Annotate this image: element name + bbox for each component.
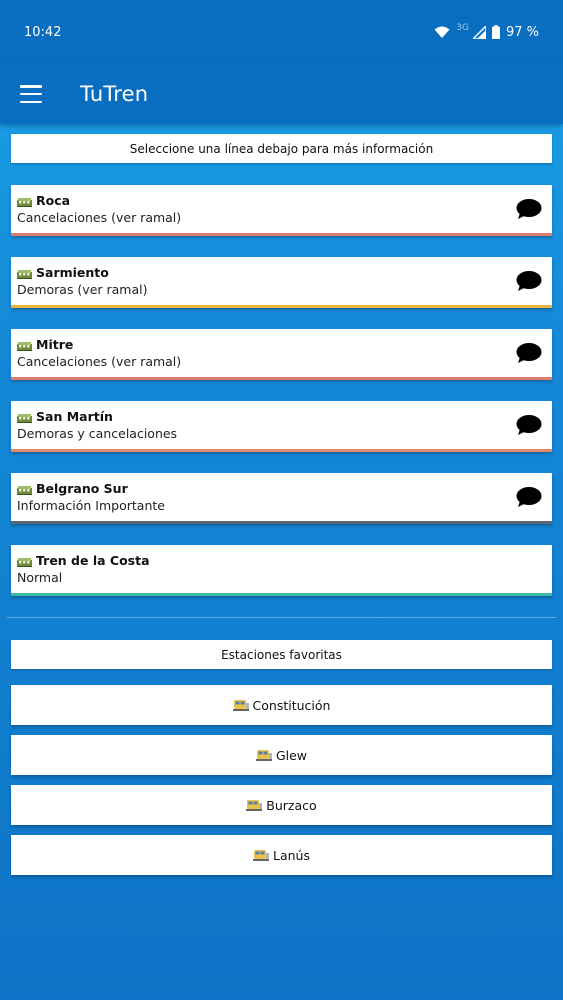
line-name-row: Mitre — [17, 337, 546, 352]
lines-header: Seleccione una línea debajo para más inf… — [11, 134, 552, 163]
hamburger-menu-icon[interactable] — [20, 85, 42, 103]
line-status: Cancelaciones (ver ramal) — [17, 210, 182, 225]
station-name: Lanús — [273, 847, 310, 863]
battery-icon — [491, 25, 500, 39]
section-divider — [7, 617, 556, 618]
line-card[interactable]: Roca Cancelaciones (ver ramal) — [11, 185, 552, 236]
station-name: Constitución — [252, 697, 331, 713]
line-status: Información Importante — [17, 498, 165, 513]
train-line-icon — [17, 485, 32, 495]
line-name: Belgrano Sur — [36, 481, 128, 496]
app-bar: TuTren — [0, 64, 563, 124]
line-name-row: Roca — [17, 193, 546, 208]
station-icon — [253, 850, 269, 861]
battery-level: 97 % — [505, 24, 539, 40]
line-color-bar — [11, 233, 552, 236]
line-status: Demoras y cancelaciones — [17, 426, 178, 441]
line-name: Roca — [36, 193, 71, 208]
line-status: Demoras (ver ramal) — [17, 282, 148, 297]
line-color-bar — [11, 305, 552, 308]
line-color-bar — [11, 449, 552, 452]
chat-bubble-icon[interactable] — [516, 342, 542, 364]
main-content: Seleccione una línea debajo para más inf… — [0, 124, 563, 875]
train-line-icon — [17, 413, 32, 423]
line-color-bar — [11, 377, 552, 380]
station-icon — [255, 750, 272, 761]
line-color-bar — [11, 593, 552, 596]
train-line-icon — [17, 557, 32, 567]
line-card[interactable]: San Martín Demoras y cancelaciones — [11, 401, 552, 452]
signal-icon — [472, 25, 486, 39]
line-color-bar — [11, 521, 552, 524]
line-name-row: Tren de la Costa — [17, 553, 546, 568]
line-card[interactable]: Sarmiento Demoras (ver ramal) — [11, 257, 552, 308]
lines-list: Roca Cancelaciones (ver ramal) Sarmiento De… — [11, 185, 552, 596]
train-line-icon — [17, 269, 32, 279]
station-name: Burzaco — [266, 797, 317, 813]
line-status: Cancelaciones (ver ramal) — [17, 354, 182, 369]
status-bar: 10:42 3G 97 % — [0, 0, 563, 64]
station-card[interactable]: Burzaco — [11, 785, 552, 825]
station-card[interactable]: Lanús — [11, 835, 552, 875]
station-card[interactable]: Glew — [11, 735, 552, 775]
line-card[interactable]: Belgrano Sur Información Importante — [11, 473, 552, 524]
line-name: Tren de la Costa — [36, 553, 150, 568]
line-name: San Martín — [36, 409, 113, 424]
chat-bubble-icon[interactable] — [516, 414, 542, 436]
station-name: Glew — [275, 747, 308, 763]
station-card[interactable]: Constitución — [11, 685, 552, 725]
line-name: Mitre — [36, 337, 74, 352]
app-title: TuTren — [80, 82, 149, 106]
line-card[interactable]: Mitre Cancelaciones (ver ramal) — [11, 329, 552, 380]
line-name-row: Belgrano Sur — [17, 481, 546, 496]
chat-bubble-icon[interactable] — [516, 198, 542, 220]
chat-bubble-icon[interactable] — [516, 486, 542, 508]
line-status: Normal — [17, 570, 63, 585]
train-line-icon — [17, 341, 32, 351]
train-line-icon — [17, 197, 32, 207]
station-icon — [246, 800, 263, 811]
line-name: Sarmiento — [36, 265, 109, 280]
wifi-icon — [434, 26, 450, 38]
stations-list: Constitución Glew Burzaco Lanús — [11, 685, 552, 875]
line-name-row: Sarmiento — [17, 265, 546, 280]
network-type: 3G — [456, 23, 469, 33]
status-icons: 3G 97 % — [434, 23, 539, 40]
line-card[interactable]: Tren de la Costa Normal — [11, 545, 552, 596]
station-icon — [232, 700, 249, 711]
favorites-header: Estaciones favoritas — [11, 640, 552, 669]
status-time: 10:42 — [24, 24, 62, 40]
line-name-row: San Martín — [17, 409, 546, 424]
chat-bubble-icon[interactable] — [516, 270, 542, 292]
